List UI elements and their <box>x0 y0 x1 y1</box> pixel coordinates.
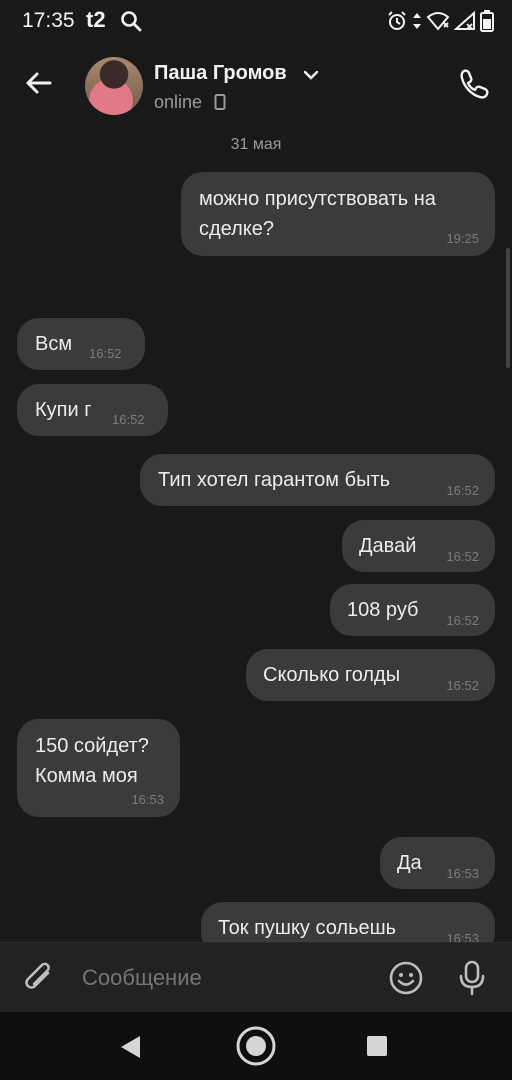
message-bubble-outgoing[interactable]: Да 16:53 <box>380 837 495 889</box>
message-time: 16:52 <box>446 613 479 628</box>
status-time: 17:35 <box>22 9 75 32</box>
message-time: 16:52 <box>446 483 479 498</box>
message-text: Купи г <box>35 399 92 421</box>
nav-recents-icon[interactable] <box>367 1036 387 1056</box>
microphone-icon[interactable] <box>456 960 488 1001</box>
battery-icon <box>480 10 494 37</box>
message-time: 16:52 <box>446 678 479 693</box>
message-text: Да <box>397 852 422 874</box>
message-bubble-outgoing[interactable]: Давай 16:52 <box>342 520 495 572</box>
message-text: Давай <box>359 535 417 557</box>
message-bubble-outgoing[interactable]: Сколько голды 16:52 <box>246 649 495 701</box>
paperclip-icon[interactable] <box>22 959 58 1002</box>
message-text: Тип хотел гарантом быть <box>158 469 391 491</box>
message-list[interactable]: 31 мая можно присутствовать на сделке? 1… <box>0 130 512 942</box>
phone-icon[interactable] <box>456 66 492 102</box>
message-time: 16:53 <box>446 866 479 881</box>
message-time: 16:52 <box>446 549 479 564</box>
carrier-label: t2 <box>86 7 106 32</box>
message-composer <box>0 942 512 1013</box>
message-text: 108 руб <box>347 599 419 621</box>
back-arrow-icon[interactable] <box>22 66 56 100</box>
message-bubble-outgoing[interactable]: 108 руб 16:52 <box>330 584 495 636</box>
message-input[interactable] <box>80 964 372 992</box>
message-text: Сколько голды <box>263 664 401 686</box>
message-text: Комма моя <box>35 765 138 787</box>
message-time: 16:52 <box>112 412 145 427</box>
emoji-icon[interactable] <box>388 960 424 1001</box>
message-bubble-incoming[interactable]: Купи г 16:52 <box>17 384 168 436</box>
avatar[interactable] <box>85 57 143 115</box>
message-time: 16:52 <box>89 346 122 361</box>
message-bubble-outgoing[interactable]: Ток пушку сольешь 16:53 <box>201 902 495 942</box>
message-text: Всм <box>35 333 73 355</box>
nav-home-icon[interactable] <box>234 1024 278 1073</box>
wifi-icon <box>426 11 450 36</box>
contact-status: online <box>154 92 203 112</box>
message-bubble-outgoing[interactable]: Тип хотел гарантом быть 16:52 <box>140 454 495 506</box>
message-bubble-outgoing[interactable]: можно присутствовать на сделке? 19:25 <box>181 172 495 256</box>
system-nav-bar <box>0 1012 512 1080</box>
message-time: 16:53 <box>131 792 164 807</box>
scrollbar[interactable] <box>506 248 510 368</box>
message-time: 16:53 <box>446 931 479 942</box>
message-bubble-incoming[interactable]: 150 сойдет? Комма моя 16:53 <box>17 719 180 817</box>
message-bubble-incoming[interactable]: Всм 16:52 <box>17 318 145 370</box>
date-separator: 31 мая <box>230 136 282 153</box>
message-time: 19:25 <box>446 231 479 246</box>
nav-back-icon[interactable] <box>118 1034 144 1065</box>
chat-header: Паша Громов online <box>0 42 512 130</box>
status-bar: 17:35 t2 <box>0 0 512 42</box>
chevron-down-icon[interactable] <box>303 68 319 86</box>
contact-name[interactable]: Паша Громов <box>154 62 287 85</box>
mobile-device-icon <box>214 94 226 115</box>
message-text: Ток пушку сольешь <box>218 917 397 939</box>
search-icon <box>120 10 142 37</box>
message-text: сделке? <box>199 218 275 240</box>
signal-icon <box>453 10 476 36</box>
data-arrows-icon <box>412 11 422 36</box>
message-text: 150 сойдет? <box>35 735 149 757</box>
message-text: можно присутствовать на <box>199 188 436 210</box>
alarm-icon <box>386 10 408 37</box>
